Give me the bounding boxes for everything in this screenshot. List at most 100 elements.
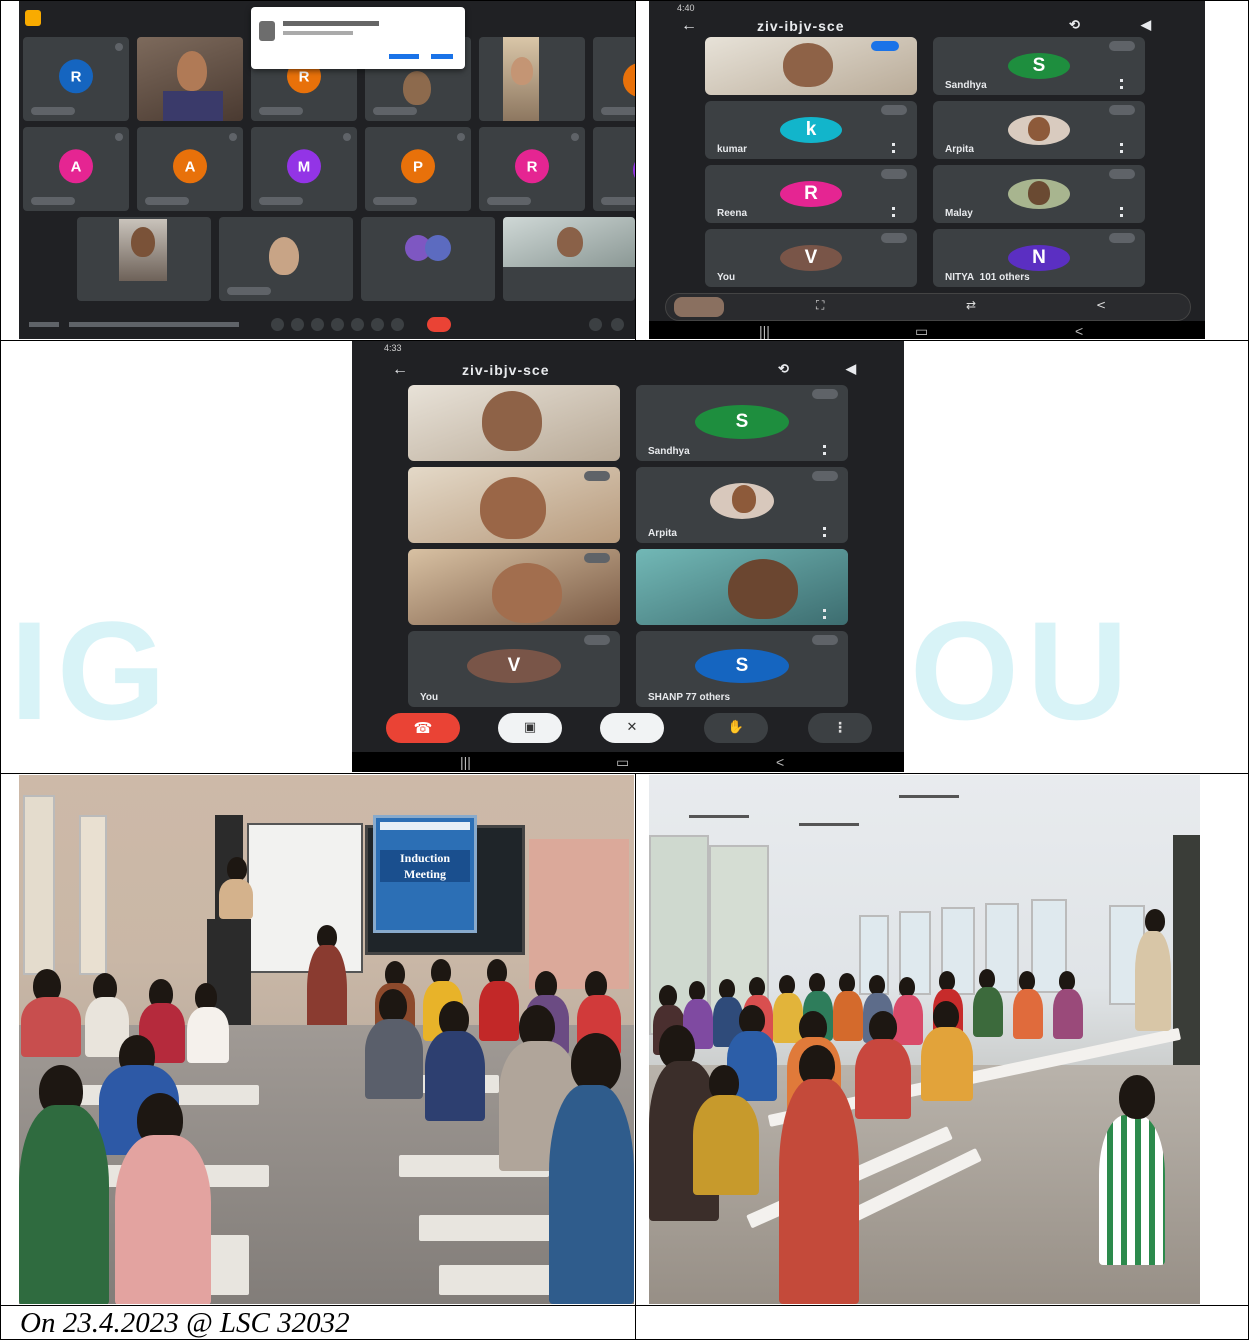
desktop-meet-screenshot: R R A A M P R <box>19 1 635 339</box>
participant-tile <box>361 217 495 301</box>
participant-tile: S SHANP 77 others <box>636 631 848 707</box>
participant-tile: R <box>23 37 129 121</box>
participant-tile: Arpita <box>933 101 1145 159</box>
back-nav-icon[interactable]: < <box>776 754 784 770</box>
classroom-photo-1: Induction Meeting <box>19 775 634 1304</box>
participant-tile: P <box>365 127 471 211</box>
more-options-button[interactable]: ⋮ <box>808 713 872 743</box>
participant-avatar: N <box>1008 245 1070 271</box>
home-nav-icon[interactable]: ▭ <box>915 323 928 339</box>
info-button[interactable] <box>589 318 602 331</box>
participant-video <box>219 217 353 301</box>
share-icon[interactable]: < <box>1096 298 1106 312</box>
participant-avatar: R <box>59 59 93 94</box>
participant-tile: R <box>479 127 585 211</box>
self-preview <box>674 297 724 317</box>
meet-logo-icon <box>25 10 41 26</box>
participant-name: kumar <box>717 144 748 155</box>
participant-avatar: M <box>287 149 321 184</box>
participant-video <box>77 217 211 301</box>
participant-name: You <box>717 272 736 283</box>
participant-video <box>137 37 243 121</box>
present-icon[interactable]: ⇄ <box>966 298 976 312</box>
present-button[interactable] <box>351 318 364 331</box>
participant-avatar: A <box>59 149 93 184</box>
deny-button[interactable] <box>389 54 419 59</box>
participant-avatar: P <box>401 149 435 184</box>
camera-off-button[interactable]: ▣ <box>498 713 562 743</box>
participant-tile: V You <box>705 229 917 287</box>
participant-tile: A <box>137 127 243 211</box>
camera-button[interactable] <box>291 318 304 331</box>
join-request-notification[interactable] <box>251 7 465 69</box>
participant-avatar: S <box>695 649 789 683</box>
participant-name: Reena <box>717 208 748 219</box>
switch-camera-icon[interactable]: ⟲ <box>1069 17 1080 33</box>
participant-name: Sandhya <box>648 446 690 457</box>
speaker-icon[interactable]: ◀ <box>1141 17 1151 33</box>
participant-name: NITYA 101 others <box>945 272 1030 283</box>
status-time: 4:33 <box>384 343 402 353</box>
participant-tile: M <box>251 127 357 211</box>
admit-button[interactable] <box>431 54 453 59</box>
participant-name: You <box>420 692 439 703</box>
phone-meet-screenshot-2: 4:33 ← ziv-ibjv-sce ⟲ ◀ S Sandhya Arpita… <box>352 341 904 772</box>
phone-controls-bar: ⛶ ⇄ < <box>665 293 1191 321</box>
recents-nav-icon[interactable]: ||| <box>460 754 471 770</box>
back-nav-icon[interactable]: < <box>1075 323 1083 339</box>
participant-avatar: S <box>695 405 789 439</box>
mic-button[interactable] <box>271 318 284 331</box>
raise-hand-button[interactable]: ✋ <box>704 713 768 743</box>
fullscreen-icon[interactable]: ⛶ <box>816 298 824 313</box>
participant-video <box>705 37 917 95</box>
participant-tile <box>593 37 635 121</box>
switch-camera-icon[interactable]: ⟲ <box>778 361 789 377</box>
participant-tile: V You <box>408 631 620 707</box>
mic-off-button[interactable]: ✕ <box>600 713 664 743</box>
back-arrow-icon[interactable]: ← <box>392 361 408 379</box>
participant-tile: R Reena <box>705 165 917 223</box>
participant-avatar: k <box>780 117 842 143</box>
participant-video <box>408 467 620 543</box>
watermark: OU <box>910 592 1136 749</box>
home-nav-icon[interactable]: ▭ <box>616 754 629 771</box>
classroom-photo-2 <box>649 775 1200 1304</box>
participant-tile: Arpita <box>636 467 848 543</box>
participant-tile <box>593 127 635 211</box>
participant-tile: Malay <box>933 165 1145 223</box>
participant-name: Sandhya <box>945 80 987 91</box>
participant-video <box>408 385 620 461</box>
participant-name: Arpita <box>945 144 974 155</box>
photo-caption: On 23.4.2023 @ LSC 32032 <box>20 1307 350 1339</box>
end-call-button[interactable]: ☎ <box>386 713 460 743</box>
participant-avatar: R <box>515 149 549 184</box>
recents-nav-icon[interactable]: ||| <box>759 323 770 339</box>
participant-avatar: R <box>780 181 842 207</box>
raise-hand-button[interactable] <box>331 318 344 331</box>
banner-title: Induction Meeting <box>380 850 470 882</box>
participant-video <box>408 549 620 625</box>
participant-name: Arpita <box>648 528 677 539</box>
speaker-icon[interactable]: ◀ <box>846 361 856 377</box>
participant-tile: k kumar <box>705 101 917 159</box>
participant-avatar: A <box>173 149 207 184</box>
meeting-controls-bar <box>19 309 635 339</box>
meeting-code: ziv-ibjv-sce <box>757 18 845 34</box>
captions-button[interactable] <box>311 318 324 331</box>
phone-meet-screenshot-1: 4:40 ← ziv-ibjv-sce ⟲ ◀ S Sandhya k kuma… <box>649 1 1205 339</box>
reactions-button[interactable] <box>371 318 384 331</box>
participant-name: SHANP 77 others <box>648 692 731 703</box>
more-options-button[interactable] <box>391 318 404 331</box>
participant-tile: N NITYA 101 others <box>933 229 1145 287</box>
back-arrow-icon[interactable]: ← <box>681 17 697 35</box>
people-button[interactable] <box>611 318 624 331</box>
end-call-button[interactable] <box>427 317 451 332</box>
watermark: IG <box>10 592 174 749</box>
participant-video <box>479 37 585 121</box>
status-time: 4:40 <box>677 3 695 13</box>
participant-avatar: V <box>467 649 561 683</box>
participant-tile: S Sandhya <box>933 37 1145 95</box>
participant-tile: S Sandhya <box>636 385 848 461</box>
participant-video <box>503 217 635 301</box>
participant-tile: A <box>23 127 129 211</box>
